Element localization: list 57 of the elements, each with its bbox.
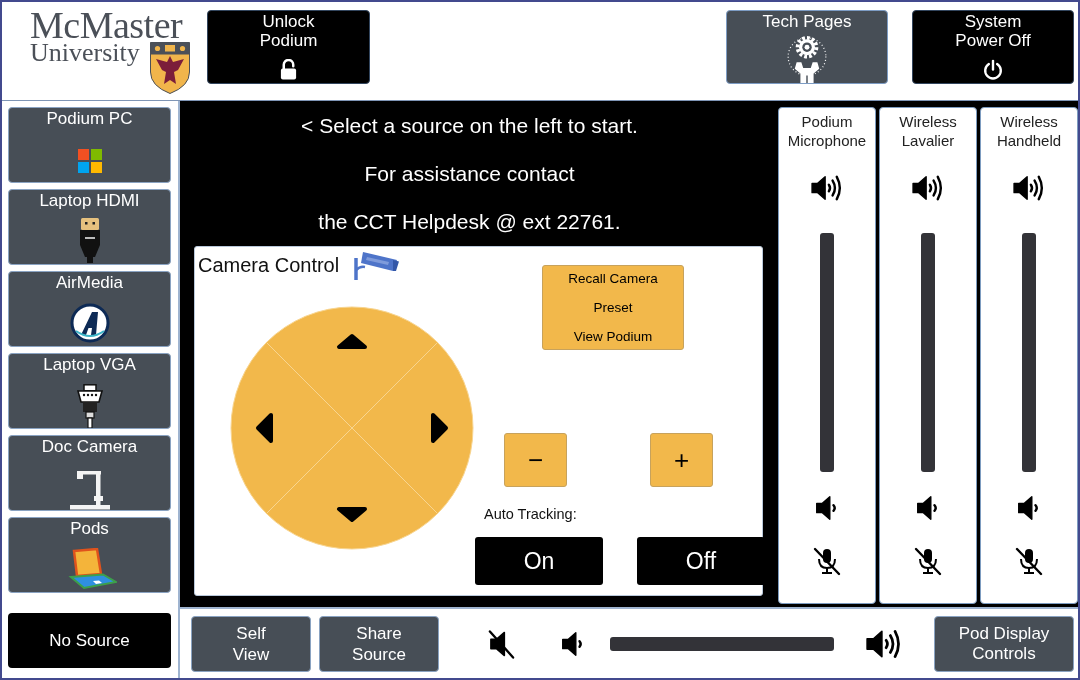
zoom-out-button[interactable]: − [504, 433, 567, 487]
no-source-button[interactable]: No Source [8, 613, 171, 668]
volume-slider-track[interactable] [820, 233, 834, 472]
source-button[interactable]: Podium PC [8, 107, 171, 183]
hdmi-cable-icon [78, 218, 101, 263]
gear-wrench-icon [785, 34, 829, 83]
vga-connector-icon [75, 384, 104, 428]
channel-label: Wireless Lavalier [898, 112, 958, 150]
panel-title: Camera Control [198, 253, 340, 278]
power-off-button[interactable]: System Power Off [912, 10, 1074, 84]
instruction-text: < Select a source on the left to start. [301, 113, 638, 140]
volume-slider-track[interactable] [610, 636, 834, 651]
microphone-mute-icon[interactable] [1014, 546, 1044, 576]
dpad-right-button[interactable] [351, 341, 474, 515]
zoom-in-button[interactable]: + [650, 433, 713, 487]
unlock-icon [279, 59, 298, 80]
camera-preset-button[interactable]: Recall Camera Preset View Podium [542, 265, 684, 350]
dpad-down-button[interactable] [265, 427, 439, 550]
source-button[interactable]: Doc Camera [8, 435, 171, 511]
tracking-off-button[interactable]: Off [637, 537, 765, 585]
logo-wordmark: McMaster [30, 8, 184, 42]
source-button[interactable]: AirMedia [8, 271, 171, 347]
source-button[interactable]: Laptop VGA [8, 353, 171, 429]
arrow-left-icon [256, 413, 273, 443]
airmedia-logo-icon [68, 303, 111, 343]
source-button[interactable]: Pods [8, 517, 171, 593]
source-button[interactable]: Laptop HDMI [8, 189, 171, 265]
dpad-left-button[interactable] [230, 341, 353, 515]
microphone-mute-icon[interactable] [913, 546, 943, 576]
dpad-up-button[interactable] [265, 306, 439, 429]
channel-label: Wireless Handheld [995, 112, 1063, 150]
volume-up-icon[interactable] [1012, 174, 1046, 202]
volume-up-icon[interactable] [810, 174, 844, 202]
speaker-mute-icon[interactable] [487, 627, 516, 660]
tech-pages-button[interactable]: Tech Pages [726, 10, 888, 84]
volume-up-icon[interactable] [865, 627, 903, 660]
instruction-text: For assistance contact [364, 161, 575, 188]
instruction-text: the CCT Helpdesk @ ext 22761. [318, 209, 621, 236]
auto-tracking-label: Auto Tracking: [484, 506, 577, 522]
volume-up-icon[interactable] [911, 174, 945, 202]
volume-slider-track[interactable] [1022, 233, 1036, 472]
tracking-on-button[interactable]: On [475, 537, 603, 585]
share-source-button[interactable]: Share Source [319, 615, 439, 672]
logo-subtitle: University [30, 40, 140, 66]
arrow-down-icon [337, 507, 367, 522]
unlock-podium-button[interactable]: Unlock Podium [207, 10, 370, 84]
pod-display-controls-button[interactable]: Pod Display Controls [934, 615, 1074, 672]
security-camera-icon [353, 249, 400, 281]
arrow-right-icon [431, 413, 448, 443]
volume-slider-track[interactable] [921, 233, 935, 472]
arrow-up-icon [337, 334, 367, 349]
crest-icon [150, 42, 190, 94]
channel-label: Podium Microphone [786, 112, 868, 150]
power-icon [982, 59, 1004, 81]
microphone-mute-icon[interactable] [812, 546, 842, 576]
windows-logo-icon [77, 149, 102, 173]
self-view-button[interactable]: Self View [191, 615, 311, 672]
